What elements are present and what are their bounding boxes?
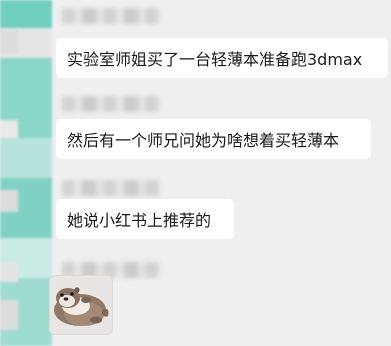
blurred-avatar-column [0, 0, 52, 346]
message-text: 实验室师姐买了一台轻薄本准备跑3dmax [67, 50, 363, 69]
chat-screen: 实验室师姐买了一台轻薄本准备跑3dmax 然后有一个师兄问她为啥想着买轻薄本 她… [0, 0, 391, 346]
sender-name-blurred [62, 96, 160, 112]
message-bubble[interactable]: 她说小红书上推荐的 [56, 199, 234, 239]
message-text: 然后有一个师兄问她为啥想着买轻薄本 [67, 131, 340, 150]
message-text: 她说小红书上推荐的 [67, 211, 212, 230]
sticker-message[interactable] [49, 275, 113, 335]
message-bubble[interactable]: 实验室师姐买了一台轻薄本准备跑3dmax [56, 38, 388, 78]
sender-name-blurred [62, 180, 160, 196]
otter-sticker-icon [54, 287, 109, 326]
sender-name-blurred [62, 8, 160, 24]
message-bubble[interactable]: 然后有一个师兄问她为啥想着买轻薄本 [56, 119, 371, 159]
